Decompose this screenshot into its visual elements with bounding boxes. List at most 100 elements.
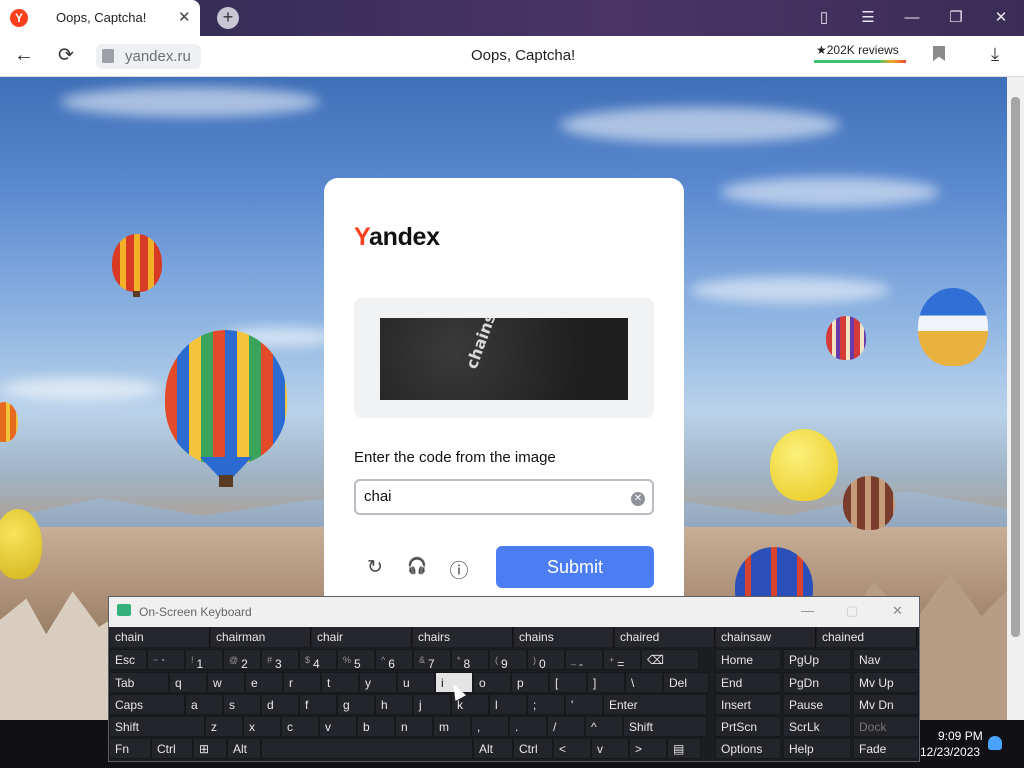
osk-key[interactable]: Ctrl [151, 738, 193, 759]
osk-suggestion[interactable]: chaired [615, 627, 715, 647]
osk-key[interactable]: a [185, 694, 223, 715]
osk-key[interactable]: n [395, 716, 433, 737]
osk-key[interactable]: v [319, 716, 357, 737]
collections-icon[interactable]: ▯ [812, 6, 836, 30]
osk-suggestion[interactable]: chairs [413, 627, 513, 647]
new-tab-button[interactable]: + [217, 7, 239, 29]
osk-suggestion[interactable]: chained [817, 627, 917, 647]
audio-captcha-icon[interactable]: 🎧 [406, 556, 428, 578]
tab-close-icon[interactable]: ✕ [178, 8, 191, 26]
osk-key[interactable]: f [299, 694, 337, 715]
osk-key[interactable]: _ - [565, 649, 603, 671]
osk-key[interactable]: > [629, 738, 667, 759]
osk-key[interactable]: ; [527, 694, 565, 715]
scrollbar-thumb[interactable] [1011, 97, 1020, 637]
osk-key[interactable]: < [553, 738, 591, 759]
osk-nav-key[interactable]: Pause [783, 694, 851, 715]
osk-key[interactable]: q [169, 672, 207, 693]
osk-key[interactable]: h [375, 694, 413, 715]
osk-key[interactable]: ] [587, 672, 625, 693]
osk-key[interactable]: v [591, 738, 629, 759]
refresh-captcha-icon[interactable]: ↻ [364, 556, 386, 578]
osk-key[interactable]: ⊞ [193, 738, 227, 759]
osk-key[interactable]: [ [549, 672, 587, 693]
osk-key[interactable]: x [243, 716, 281, 737]
osk-key[interactable]: Fn [109, 738, 151, 759]
osk-nav-key[interactable]: Mv Dn [853, 694, 919, 715]
osk-key[interactable]: e [245, 672, 283, 693]
osk-key[interactable] [261, 738, 473, 759]
osk-key[interactable]: p [511, 672, 549, 693]
osk-key[interactable]: , [471, 716, 509, 737]
osk-key[interactable]: l [489, 694, 527, 715]
menu-icon[interactable]: ☰ [856, 6, 880, 30]
restore-button[interactable]: ❐ [944, 6, 968, 30]
osk-nav-key[interactable]: PrtScn [715, 716, 781, 737]
osk-key[interactable]: m [433, 716, 471, 737]
osk-nav-key[interactable]: Options [715, 738, 781, 759]
osk-key[interactable]: t [321, 672, 359, 693]
osk-key[interactable]: ! 1 [185, 649, 223, 671]
osk-key[interactable]: Tab [109, 672, 169, 693]
page-scrollbar[interactable] [1007, 77, 1024, 720]
osk-nav-key[interactable]: End [715, 672, 781, 693]
notification-bell-icon[interactable] [988, 736, 1002, 750]
osk-nav-key[interactable]: Fade [853, 738, 919, 759]
osk-key[interactable]: ) 0 [527, 649, 565, 671]
osk-suggestion[interactable]: chain [110, 627, 210, 647]
clear-input-icon[interactable]: ✕ [631, 492, 645, 506]
osk-key[interactable]: (9 [489, 649, 527, 671]
osk-nav-key[interactable]: Insert [715, 694, 781, 715]
osk-key[interactable]: s [223, 694, 261, 715]
osk-nav-key[interactable]: Home [715, 649, 781, 670]
osk-key[interactable]: ' [565, 694, 603, 715]
osk-key[interactable]: o [473, 672, 511, 693]
osk-nav-key[interactable]: ScrLk [783, 716, 851, 737]
osk-key[interactable]: y [359, 672, 397, 693]
osk-key[interactable]: Alt [473, 738, 513, 759]
osk-key[interactable]: c [281, 716, 319, 737]
reload-icon[interactable]: ⟳ [58, 44, 74, 67]
osk-key[interactable]: ~ ` [147, 649, 185, 671]
osk-key[interactable]: % 5 [337, 649, 375, 671]
taskbar-date[interactable]: 12/23/2023 [920, 745, 980, 759]
browser-tab[interactable]: Y Oops, Captcha! ✕ [0, 0, 200, 36]
download-icon[interactable]: ⤓ [991, 44, 999, 65]
osk-key[interactable]: . [509, 716, 547, 737]
osk-key[interactable]: b [357, 716, 395, 737]
osk-key[interactable]: j [413, 694, 451, 715]
osk-key[interactable]: + = [603, 649, 641, 671]
osk-key[interactable]: g [337, 694, 375, 715]
close-window-button[interactable]: ✕ [989, 6, 1013, 30]
osk-key[interactable]: r [283, 672, 321, 693]
osk-key[interactable]: Esc [109, 649, 147, 670]
osk-key[interactable]: $4 [299, 649, 337, 671]
osk-key[interactable]: z [205, 716, 243, 737]
osk-key[interactable]: Shift [109, 716, 205, 737]
osk-key[interactable]: Del [663, 672, 709, 693]
osk-key[interactable]: / [547, 716, 585, 737]
osk-key[interactable]: Ctrl [513, 738, 553, 759]
osk-key[interactable]: Enter [603, 694, 707, 715]
osk-nav-key[interactable]: PgDn [783, 672, 851, 693]
osk-key[interactable]: ▤ [667, 738, 701, 759]
osk-key[interactable]: \ [625, 672, 663, 693]
osk-suggestion[interactable]: chairman [211, 627, 311, 647]
osk-key[interactable]: @2 [223, 649, 261, 671]
osk-key[interactable]: * 8 [451, 649, 489, 671]
osk-key[interactable]: ⌫ [641, 649, 699, 670]
osk-suggestion[interactable]: chains [514, 627, 614, 647]
osk-nav-key[interactable]: Dock [853, 716, 919, 737]
osk-suggestion[interactable]: chainsaw [716, 627, 816, 647]
submit-button[interactable]: Submit [496, 546, 654, 588]
taskbar-time[interactable]: 9:09 PM [938, 729, 983, 743]
reviews-badge[interactable]: ★202K reviews [816, 43, 899, 57]
osk-key[interactable]: u [397, 672, 435, 693]
osk-key[interactable]: ^ 6 [375, 649, 413, 671]
back-arrow-icon[interactable]: ← [14, 44, 34, 67]
bookmark-icon[interactable] [933, 46, 945, 61]
osk-nav-key[interactable]: Help [783, 738, 851, 759]
osk-key[interactable]: & 7 [413, 649, 451, 671]
minimize-button[interactable]: — [900, 6, 924, 30]
captcha-code-input[interactable]: chai ✕ [354, 479, 654, 515]
